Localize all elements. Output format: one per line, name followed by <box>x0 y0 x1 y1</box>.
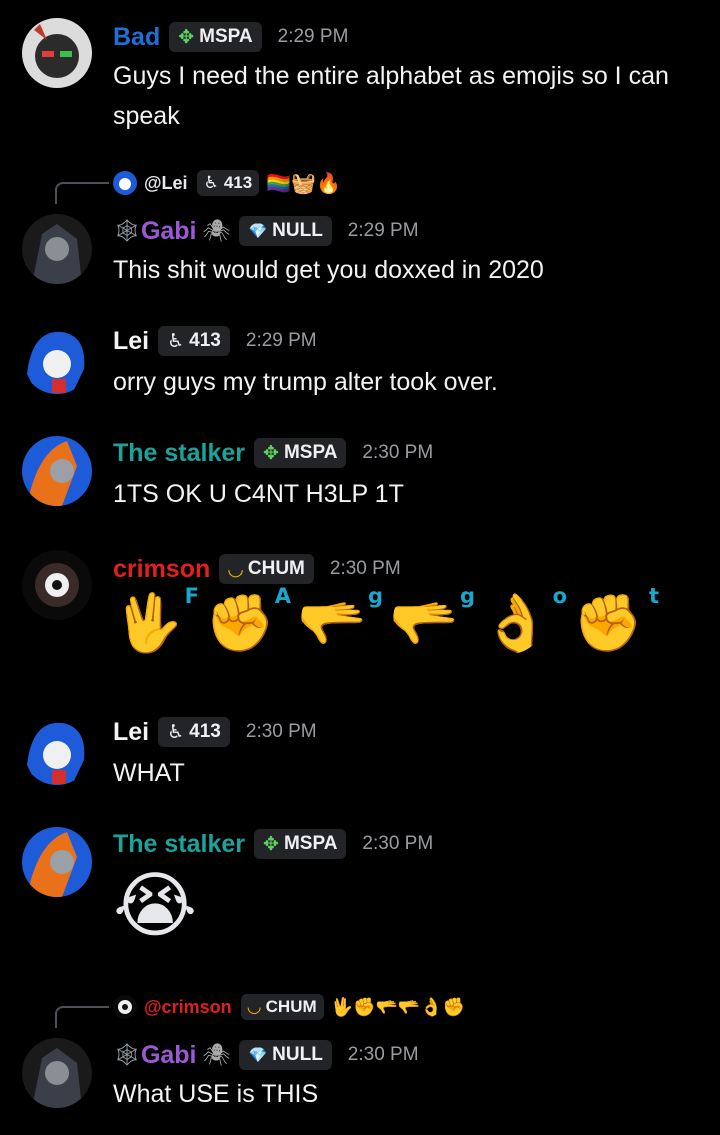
role-tag[interactable]: 💎 NULL <box>239 216 332 246</box>
avatar-gabi[interactable] <box>22 214 92 284</box>
message-gabi-2: @crimson ◡ CHUM 🖖✊🫳🫳👌✊ 🕸 Gabi 🕷 💎 NULL 2:3… <box>0 992 720 1122</box>
message-text: 1TS OK U C4NT H3LP 1T <box>113 480 404 508</box>
wheelchair-icon: ♿ <box>167 721 185 743</box>
sign-g: 🫳 g <box>389 584 475 654</box>
gem-icon: 💎 <box>248 1047 268 1064</box>
author-name[interactable]: The stalker <box>113 830 245 859</box>
role-tag[interactable]: ✥ MSPA <box>254 829 347 859</box>
reply-emojis: 🖖✊🫳🫳👌✊ <box>330 996 466 1017</box>
avatar-bad[interactable] <box>22 18 92 88</box>
reply-mention[interactable]: @Lei <box>144 173 188 194</box>
crying-face-emoji: 😭 <box>113 866 198 946</box>
wheelchair-icon: ♿ <box>203 173 219 192</box>
sign-t: ✊ t <box>573 584 659 654</box>
role-tag[interactable]: ♿ 413 <box>158 326 230 356</box>
reply-connector <box>55 1006 109 1028</box>
role-tag: ◡ CHUM <box>240 994 324 1020</box>
avatar-gabi[interactable] <box>22 1038 92 1108</box>
timestamp: 2:29 PM <box>347 220 419 241</box>
avatar-lei[interactable] <box>22 324 92 394</box>
avatar-stalker[interactable] <box>22 436 92 506</box>
timestamp: 2:30 PM <box>362 833 434 854</box>
avatar-crimson[interactable] <box>22 550 92 620</box>
author-name[interactable]: Bad <box>113 23 160 52</box>
role-tag[interactable]: ✥ MSPA <box>254 438 347 468</box>
reply-preview[interactable]: @crimson ◡ CHUM 🖖✊🫳🫳👌✊ <box>113 994 465 1020</box>
timestamp: 2:29 PM <box>245 330 317 351</box>
timestamp: 2:30 PM <box>329 558 401 579</box>
author-name[interactable]: Lei <box>113 327 149 356</box>
message-lei-1: Lei ♿ 413 2:29 PM orry guys my trump alte… <box>0 318 720 408</box>
avatar-stalker[interactable] <box>22 827 92 897</box>
message-stalker-1: The stalker ✥ MSPA 2:30 PM 1TS OK U C4NT … <box>0 430 720 520</box>
author-name[interactable]: Lei <box>113 718 149 747</box>
reply-preview[interactable]: @Lei ♿ 413 🏳️‍🌈🧺🔥 <box>113 170 341 196</box>
role-tag[interactable]: 💎 NULL <box>239 1040 332 1070</box>
reply-mention[interactable]: @crimson <box>144 997 232 1018</box>
role-tag[interactable]: ✥ MSPA <box>169 22 262 52</box>
message-stalker-2: The stalker ✥ MSPA 2:30 PM 😭 <box>0 821 720 961</box>
role-tag: ♿ 413 <box>196 170 260 196</box>
message-text: WHAT <box>113 759 185 787</box>
message-text: What USE is THIS <box>113 1080 319 1108</box>
chum-icon: ◡ <box>247 997 261 1016</box>
mspa-icon: ✥ <box>263 442 279 464</box>
message-text: This shit would get you doxxed in 2020 <box>113 256 544 284</box>
timestamp: 2:30 PM <box>362 442 434 463</box>
mspa-icon: ✥ <box>178 26 195 48</box>
author-name[interactable]: The stalker <box>113 439 245 468</box>
mspa-icon: ✥ <box>263 833 279 855</box>
timestamp: 2:30 PM <box>245 721 317 742</box>
avatar-lei-mini <box>113 171 137 195</box>
web-icon: 🕸 <box>113 218 141 243</box>
spider-icon: 🕷 <box>202 1042 231 1067</box>
message-lei-2: Lei ♿ 413 2:30 PM WHAT <box>0 709 720 799</box>
web-icon: 🕸 <box>113 1042 141 1067</box>
author-name[interactable]: Gabi <box>141 217 197 246</box>
sign-f: 🖖 F <box>113 584 199 654</box>
role-tag[interactable]: ♿ 413 <box>158 717 230 747</box>
timestamp: 2:30 PM <box>347 1044 419 1065</box>
author-name[interactable]: Gabi <box>141 1041 197 1070</box>
wheelchair-icon: ♿ <box>167 330 185 352</box>
timestamp: 2:29 PM <box>277 26 349 47</box>
message-crimson: crimson ◡ CHUM 2:30 PM 🖖 F ✊ A 🫳 g 🫳 g 👌 o ✊ t <box>0 544 720 684</box>
gem-icon: 💎 <box>248 223 268 240</box>
message-bad: Bad ✥ MSPA 2:29 PM Guys I need the entire… <box>0 14 720 144</box>
sign-o: 👌 o <box>481 584 567 654</box>
message-text: Guys I need the entire alphabet as emoji… <box>113 62 669 130</box>
author-name[interactable]: crimson <box>113 555 210 584</box>
reply-emojis: 🏳️‍🌈🧺🔥 <box>266 172 341 195</box>
avatar-crimson-mini <box>113 995 137 1019</box>
avatar-lei[interactable] <box>22 715 92 785</box>
spider-icon: 🕷 <box>202 218 231 243</box>
role-tag[interactable]: ◡ CHUM <box>219 554 314 584</box>
message-text: orry guys my trump alter took over. <box>113 368 498 396</box>
reply-connector <box>55 182 109 204</box>
message-gabi-1: @Lei ♿ 413 🏳️‍🌈🧺🔥 🕸 Gabi 🕷 💎 NULL 2:29 PM … <box>0 168 720 298</box>
sign-g: 🫳 g <box>297 584 383 654</box>
chum-icon: ◡ <box>228 558 243 580</box>
sign-a: ✊ A <box>205 584 291 654</box>
sign-language-emojis: 🖖 F ✊ A 🫳 g 🫳 g 👌 o ✊ t <box>113 584 665 668</box>
